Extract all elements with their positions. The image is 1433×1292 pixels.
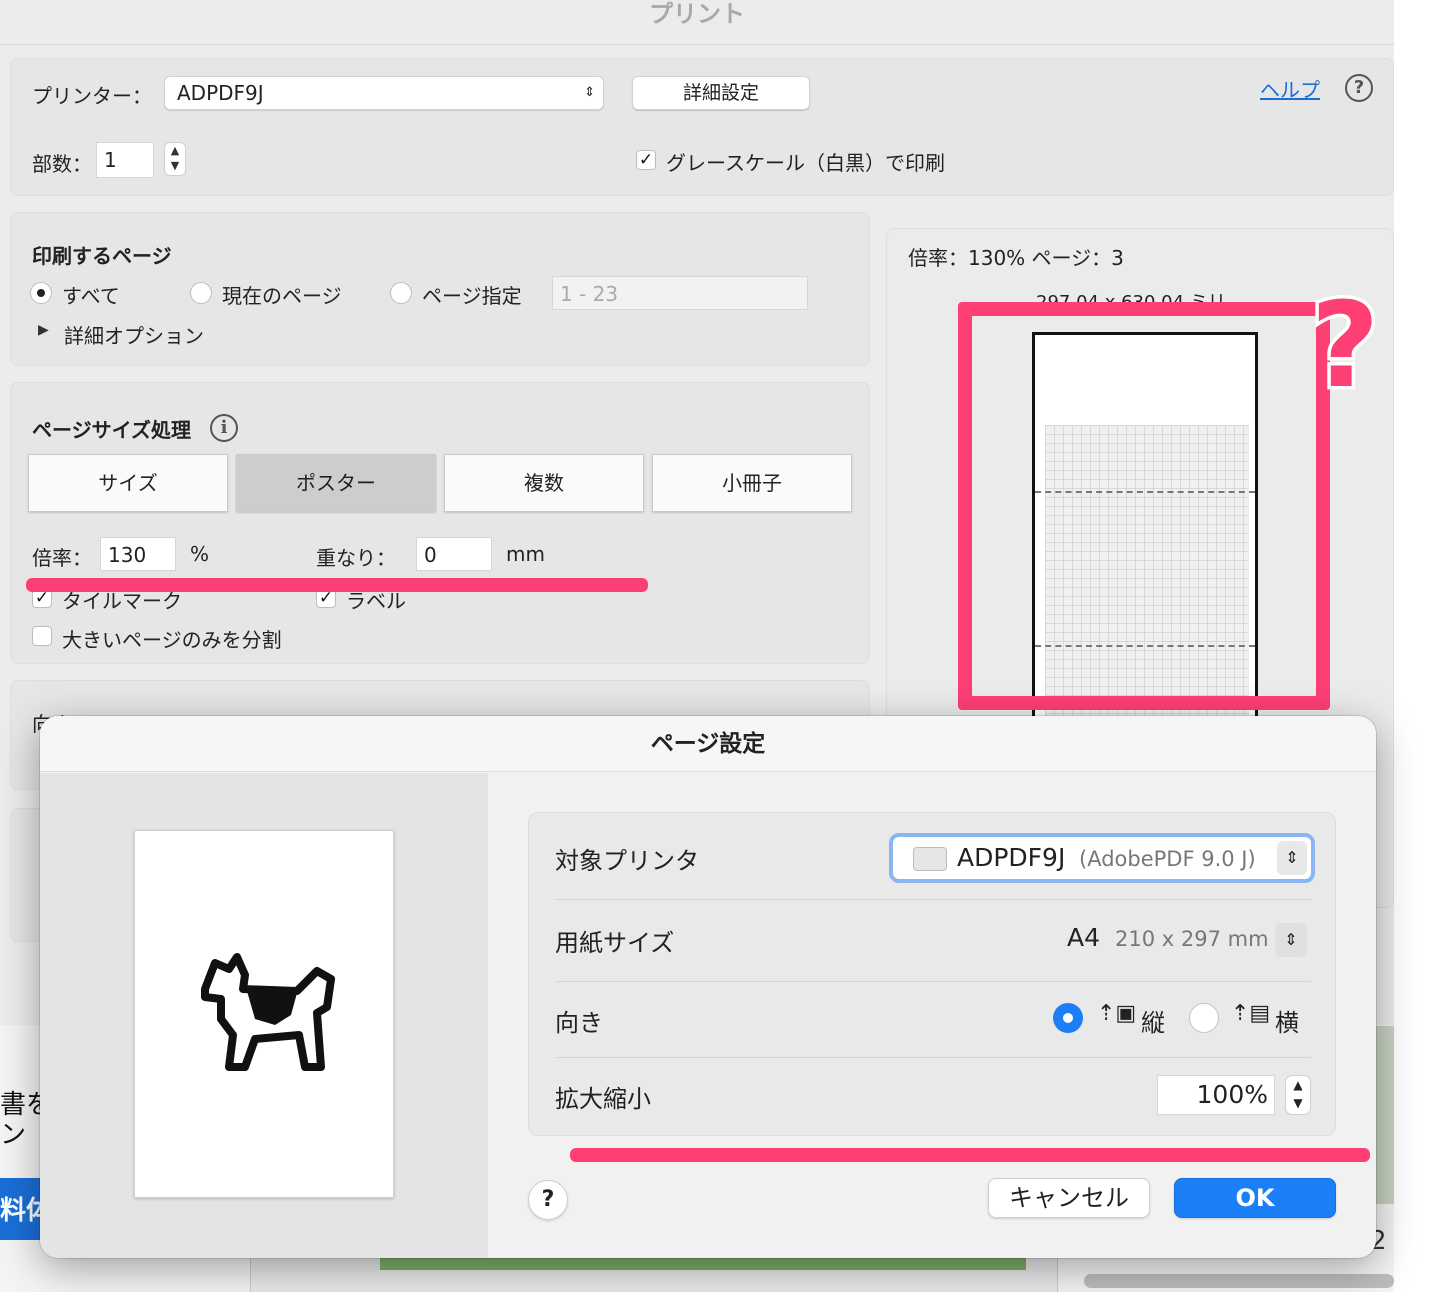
- up-down-chevron-icon: ⇕: [1284, 930, 1298, 949]
- poster-scale-input[interactable]: 130: [100, 537, 176, 571]
- radio-all-label: すべて: [62, 284, 120, 308]
- target-printer-detail: (AdobePDF 9.0 J): [1079, 847, 1256, 871]
- pages-heading: 印刷するページ: [32, 244, 172, 268]
- copies-input[interactable]: 1: [96, 142, 154, 178]
- ok-button[interactable]: OK: [1174, 1178, 1336, 1218]
- scale-input[interactable]: 100%: [1157, 1075, 1275, 1115]
- copies-label: 部数：: [32, 152, 92, 176]
- tab-poster[interactable]: ポスター: [236, 454, 436, 512]
- printer-icon: [913, 847, 947, 871]
- scale-stepper[interactable]: ▲ ▼: [1285, 1075, 1311, 1115]
- up-down-chevron-icon: ⇕: [1277, 841, 1307, 875]
- printer-popup[interactable]: ADPDF9J ⇕: [164, 76, 604, 110]
- portrait-icon: ⇡▣: [1097, 1001, 1137, 1026]
- title-separator: [0, 44, 1394, 45]
- help-link[interactable]: ヘルプ: [1260, 74, 1320, 103]
- tab-size[interactable]: サイズ: [28, 454, 228, 512]
- grayscale-checkbox[interactable]: ✓: [636, 150, 656, 170]
- radio-page-range[interactable]: [390, 282, 412, 304]
- page-sizing-heading: ページサイズ処理: [32, 418, 191, 442]
- document-text: ン: [0, 1120, 27, 1150]
- overlap-input[interactable]: 0: [416, 537, 492, 571]
- row-separator: [555, 981, 1311, 982]
- printer-popup-value: ADPDF9J: [177, 81, 264, 105]
- target-printer-popup[interactable]: ADPDF9J (AdobePDF 9.0 J) ⇕: [889, 833, 1315, 883]
- radio-current-label: 現在のページ: [222, 284, 342, 308]
- advanced-settings-button[interactable]: 詳細設定: [632, 76, 810, 110]
- horizontal-scrollbar[interactable]: [1084, 1274, 1394, 1288]
- scale-label: 拡大縮小: [555, 1085, 651, 1113]
- document-strip: [1376, 1026, 1394, 1204]
- paper-size-detail: 210 x 297 mm: [1115, 927, 1269, 951]
- grayscale-label: グレースケール（白黒）で印刷: [666, 151, 945, 175]
- radio-range-label: ページ指定: [422, 284, 522, 308]
- landscape-icon: ⇡▤: [1231, 1001, 1271, 1026]
- info-icon[interactable]: i: [210, 414, 238, 442]
- paper-preview: [134, 830, 394, 1198]
- radio-all-pages[interactable]: [30, 282, 52, 304]
- svg-text:?: ?: [1311, 282, 1379, 402]
- page-setup-options: 対象プリンタ ADPDF9J (AdobePDF 9.0 J) ⇕ 用紙サイズ …: [528, 812, 1336, 1136]
- poster-scale-label: 倍率：: [32, 546, 92, 570]
- annotation-underline: [570, 1148, 1370, 1162]
- copies-stepper[interactable]: ▲ ▼: [164, 142, 186, 176]
- page-setup-help-button[interactable]: ?: [528, 1180, 568, 1220]
- tab-booklet[interactable]: 小冊子: [652, 454, 852, 512]
- landscape-radio[interactable]: [1189, 1003, 1219, 1033]
- checkmark-icon: ✓: [638, 150, 654, 170]
- radio-current-page[interactable]: [190, 282, 212, 304]
- print-dialog-title: プリント: [649, 0, 745, 28]
- question-mark-icon: ?: [1300, 273, 1390, 418]
- overlap-unit: mm: [506, 542, 545, 566]
- annotation-underline: [26, 578, 648, 592]
- printer-label: プリンター：: [32, 84, 152, 108]
- tab-multiple[interactable]: 複数: [444, 454, 644, 512]
- paper-size-label: 用紙サイズ: [555, 929, 675, 957]
- portrait-radio[interactable]: [1053, 1003, 1083, 1033]
- dogcow-icon: [201, 953, 335, 1071]
- overlap-label: 重なり：: [316, 546, 396, 570]
- paper-size-stepper[interactable]: ⇕: [1275, 923, 1307, 957]
- disclosure-triangle-icon[interactable]: ▶: [38, 322, 49, 338]
- page-setup-dialog: ページ設定 対象プリンタ ADPDF9J (AdobePDF 9.0 J) ⇕ …: [40, 716, 1376, 1258]
- poster-scale-unit: %: [190, 542, 210, 566]
- landscape-label: 横: [1275, 1009, 1299, 1037]
- cancel-button[interactable]: キャンセル: [988, 1178, 1150, 1218]
- page-range-input[interactable]: 1 - 23: [552, 276, 808, 310]
- target-printer-value: ADPDF9J: [957, 843, 1066, 872]
- row-separator: [555, 1057, 1311, 1058]
- paper-size-value: A4: [1067, 923, 1101, 952]
- large-pages-label: 大きいページのみを分割: [62, 628, 282, 652]
- target-printer-label: 対象プリンタ: [555, 847, 699, 875]
- orientation-label: 向き: [555, 1009, 603, 1037]
- page-setup-title: ページ設定: [40, 716, 1376, 772]
- help-icon[interactable]: ?: [1345, 74, 1373, 102]
- large-pages-checkbox[interactable]: [32, 626, 52, 646]
- row-separator: [555, 899, 1311, 900]
- more-options-label[interactable]: 詳細オプション: [64, 320, 204, 349]
- preview-info: 倍率：130% ページ：3: [908, 246, 1124, 270]
- up-down-chevron-icon: ⇕: [584, 85, 595, 100]
- portrait-label: 縦: [1141, 1009, 1165, 1037]
- annotation-highlight-box: [958, 302, 1330, 710]
